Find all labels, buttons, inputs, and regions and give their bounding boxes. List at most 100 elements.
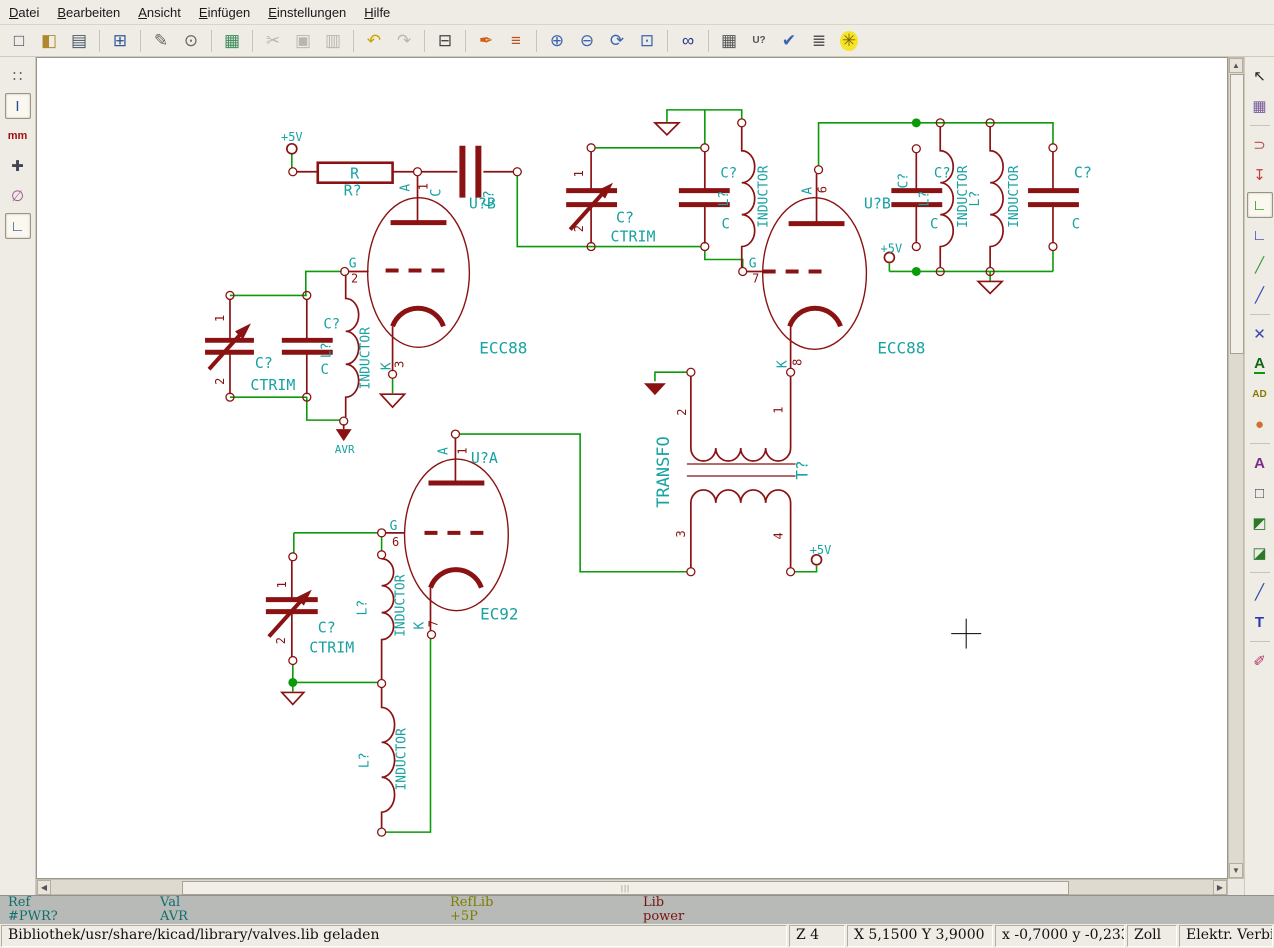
- schematic-text: 6: [816, 186, 830, 193]
- toolbar-separator: [536, 30, 537, 52]
- redo-button[interactable]: ↷: [390, 27, 418, 55]
- library-editor-button[interactable]: ✎: [147, 27, 175, 55]
- cut-button[interactable]: ✂: [259, 27, 287, 55]
- cursor-shape-icon: ✚: [11, 157, 24, 175]
- print-button[interactable]: ⊟: [431, 27, 459, 55]
- open-schematic-button[interactable]: ◧: [35, 27, 63, 55]
- scroll-up-button[interactable]: ▲: [1229, 58, 1243, 73]
- add-component-button[interactable]: ⊃: [1247, 132, 1273, 158]
- no-connect-button[interactable]: ✕: [1247, 321, 1273, 347]
- toolbar-separator: [1250, 314, 1270, 315]
- add-wire-entry-button[interactable]: ╱: [1247, 252, 1273, 278]
- arrow-cursor-icon: ↖: [1253, 67, 1266, 85]
- schematic-text: 4: [772, 532, 786, 539]
- scroll-down-button[interactable]: ▼: [1229, 863, 1243, 878]
- panel-field-reflib: RefLib+5P: [450, 896, 493, 924]
- menu-ansicht[interactable]: Ansicht: [129, 2, 190, 23]
- plot-icon: ✒: [479, 31, 493, 51]
- binoculars-icon: ∞: [682, 31, 694, 51]
- zoom-out-button[interactable]: ⊖: [573, 27, 601, 55]
- horizontal-scroll-thumb[interactable]: |||: [182, 881, 1069, 895]
- copy-button[interactable]: ▣: [289, 27, 317, 55]
- add-sheet-pin-button[interactable]: ◪: [1247, 540, 1273, 566]
- scroll-right-button[interactable]: ▶: [1213, 880, 1227, 895]
- units-inch-button[interactable]: I: [5, 93, 31, 119]
- plot-page-icon: ≡: [511, 31, 521, 51]
- undo-button[interactable]: ↶: [360, 27, 388, 55]
- hierarchy-navigator-button[interactable]: ▦: [218, 27, 246, 55]
- netlist-button[interactable]: ▦: [715, 27, 743, 55]
- add-label-button[interactable]: A: [1247, 351, 1273, 377]
- units-mm-button[interactable]: mm: [5, 123, 31, 149]
- redraw-button[interactable]: ⟳: [603, 27, 631, 55]
- add-global-label-button[interactable]: AD: [1247, 381, 1273, 407]
- add-junction-button[interactable]: ●: [1247, 411, 1273, 437]
- schematic-text: 7: [426, 620, 440, 627]
- scroll-left-button[interactable]: ◀: [37, 880, 51, 895]
- cvpcb-button[interactable]: ✳: [835, 27, 863, 55]
- ground-symbol-4: [644, 383, 666, 395]
- delete-button[interactable]: ✐: [1247, 648, 1273, 674]
- panel-field-value: +5P: [450, 910, 493, 924]
- hidden-pins-button[interactable]: ∅: [5, 183, 31, 209]
- open-folder-icon: ◧: [41, 31, 57, 51]
- plot-list-button[interactable]: ≡: [502, 27, 530, 55]
- bus-to-bus-entry-icon: ╱: [1255, 286, 1264, 304]
- bom-button[interactable]: ≣: [805, 27, 833, 55]
- vertical-scrollbar[interactable]: ▲ ▼: [1228, 57, 1244, 879]
- erc-button[interactable]: ✔: [775, 27, 803, 55]
- schematic-canvas[interactable]: +5VRR?A1CU?BC?G2K3ECC8812C?CTRIMC?CL?IND…: [36, 57, 1228, 879]
- plot-button[interactable]: ✒: [472, 27, 500, 55]
- zoom-in-button[interactable]: ⊕: [543, 27, 571, 55]
- hidden-pins-icon: ∅: [11, 187, 24, 205]
- grid-toggle-button[interactable]: ∷: [5, 63, 31, 89]
- netlist-icon: ▦: [721, 31, 737, 51]
- ground-symbol-2: [655, 123, 679, 135]
- menu-einfügen[interactable]: Einfügen: [190, 2, 259, 23]
- import-sheet-pin-button[interactable]: ◩: [1247, 510, 1273, 536]
- schematic-text: U?B: [864, 195, 891, 213]
- menu-hilfe[interactable]: Hilfe: [355, 2, 399, 23]
- add-text-button[interactable]: T: [1247, 609, 1273, 635]
- menu-datei[interactable]: Datei: [0, 2, 48, 23]
- menu-einstellungen[interactable]: Einstellungen: [259, 2, 355, 23]
- add-line-button[interactable]: ╱: [1247, 579, 1273, 605]
- new-schematic-button[interactable]: □: [5, 27, 33, 55]
- paste-button[interactable]: ▥: [319, 27, 347, 55]
- page-settings-button[interactable]: ⊞: [106, 27, 134, 55]
- schematic-text: AVR: [335, 443, 355, 456]
- annotate-button[interactable]: U?: [745, 27, 773, 55]
- vertical-scroll-thumb[interactable]: [1230, 74, 1244, 354]
- toolbar-separator: [211, 30, 212, 52]
- schematic-text: L?: [358, 752, 373, 768]
- toolbar-separator: [252, 30, 253, 52]
- horizontal-scrollbar[interactable]: ◀ ||| ▶: [36, 879, 1228, 895]
- power-port-5v-1: [287, 144, 297, 154]
- schematic-text: INDUCTOR: [394, 574, 409, 637]
- add-bus-entry-button[interactable]: ╱: [1247, 282, 1273, 308]
- hierarchy-navigation-button[interactable]: ▦: [1247, 93, 1273, 119]
- schematic-text: K: [413, 622, 428, 630]
- schematic-text: 1: [213, 315, 227, 322]
- scissors-icon: ✂: [266, 31, 280, 51]
- zoom-fit-button[interactable]: ⊡: [633, 27, 661, 55]
- library-browser-icon: ⊙: [184, 31, 198, 51]
- inductor-symbol-5: [382, 559, 394, 680]
- cursor-tool-button[interactable]: ↖: [1247, 63, 1273, 89]
- page-settings-icon: ⊞: [113, 31, 127, 51]
- menu-bar: DateiBearbeitenAnsichtEinfügenEinstellun…: [0, 0, 1274, 25]
- save-project-button[interactable]: ▤: [65, 27, 93, 55]
- add-sheet-button[interactable]: □: [1247, 480, 1273, 506]
- add-wire-button[interactable]: ∟: [1247, 192, 1273, 218]
- power-flag-avr: [336, 424, 352, 441]
- add-bus-button[interactable]: ∟: [1247, 222, 1273, 248]
- cursor-shape-button[interactable]: ✚: [5, 153, 31, 179]
- menu-bearbeiten[interactable]: Bearbeiten: [48, 2, 129, 23]
- add-power-button[interactable]: ↧: [1247, 162, 1273, 188]
- ortho-mode-button[interactable]: ∟: [5, 213, 31, 239]
- find-button[interactable]: ∞: [674, 27, 702, 55]
- paste-icon: ▥: [325, 31, 341, 51]
- library-browser-button[interactable]: ⊙: [177, 27, 205, 55]
- schematic-text: 2: [572, 225, 586, 232]
- add-hierarchical-label-button[interactable]: A: [1247, 450, 1273, 476]
